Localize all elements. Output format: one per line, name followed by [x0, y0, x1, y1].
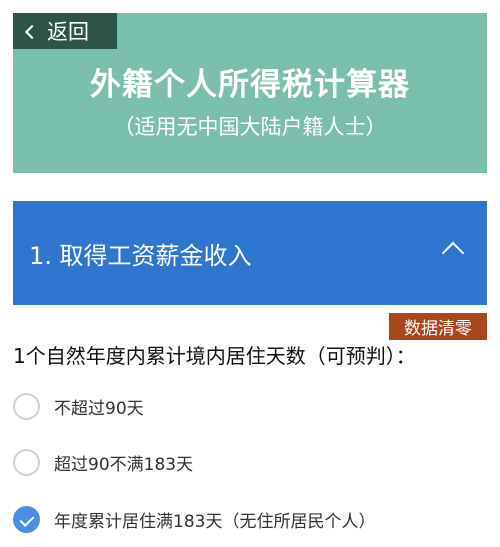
section-title: 1. 取得工资薪金收入 [29, 241, 252, 270]
radio-button-checked[interactable] [13, 505, 40, 533]
option-label: 超过90不满183天 [54, 454, 194, 475]
chevron-left-icon [24, 24, 40, 39]
residence-days-question: 1个自然年度内累计境内居住天数（可预判）： [13, 344, 416, 368]
radio-button[interactable] [13, 392, 40, 420]
page-title: 外籍个人所得税计算器 [90, 67, 410, 103]
section-header-salary[interactable]: 1. 取得工资薪金收入 [13, 201, 487, 305]
clear-data-button[interactable]: 数据清零 [389, 313, 487, 340]
back-button[interactable]: 返回 [13, 13, 117, 49]
app-header: 返回 外籍个人所得税计算器 （适用无中国大陆户籍人士） [13, 13, 487, 173]
option-90-to-183-days[interactable]: 超过90不满183天 [13, 446, 193, 478]
option-label: 不超过90天 [54, 398, 144, 419]
option-label: 年度累计居住满183天（无住所居民个人） [54, 511, 376, 532]
option-183-days-resident[interactable]: 年度累计居住满183天（无住所居民个人） [13, 503, 375, 535]
back-label: 返回 [47, 20, 89, 44]
option-under-90-days[interactable]: 不超过90天 [13, 390, 144, 422]
page-subtitle: （适用无中国大陆户籍人士） [113, 115, 387, 139]
radio-button[interactable] [13, 448, 40, 476]
chevron-up-icon[interactable] [441, 241, 465, 265]
